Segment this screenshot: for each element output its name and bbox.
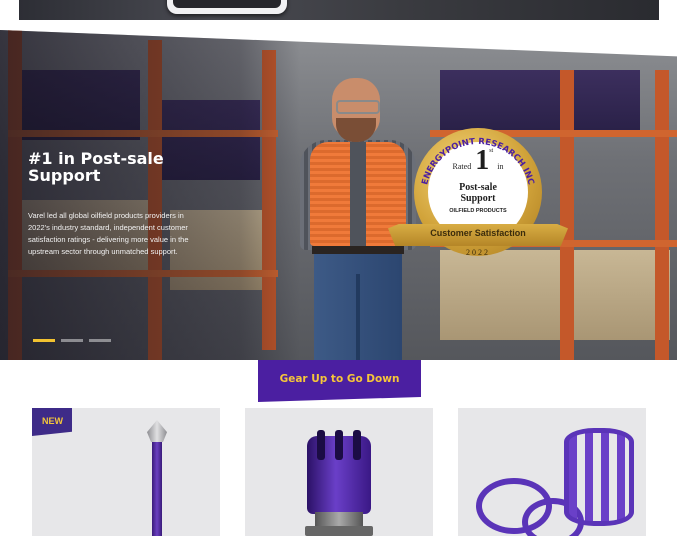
- carousel-dot-2[interactable]: [61, 339, 83, 342]
- device-image: [167, 0, 287, 14]
- glasses: [336, 100, 380, 114]
- carousel-dot-1[interactable]: [33, 339, 55, 342]
- product-card[interactable]: [458, 408, 646, 536]
- hero-title: #1 in Post-sale Support: [28, 149, 164, 185]
- jeans: [314, 254, 402, 360]
- section-title: Gear Up to Go Down: [279, 373, 400, 385]
- badge-rank-suffix: st: [489, 148, 494, 154]
- new-badge: NEW: [32, 408, 72, 436]
- badge-ribbon-text: Customer Satisfaction: [430, 228, 526, 238]
- badge-category: OILFIELD PRODUCTS: [449, 208, 507, 214]
- badge-line2: Support: [460, 193, 496, 204]
- hero-carousel: #1 in Post-sale Support Varel led all gl…: [0, 30, 677, 360]
- badge-in: in: [497, 162, 504, 171]
- award-badge: ENERGYPOINT RESEARCH INC Rated 1st in Po…: [388, 124, 568, 264]
- new-badge-label: NEW: [42, 416, 63, 426]
- carousel-dot-3[interactable]: [89, 339, 111, 342]
- badge-rank-number: 1: [475, 145, 490, 176]
- centralizer-cage: [564, 428, 634, 526]
- text-overlay: [0, 30, 300, 360]
- badge-rank: Rated 1st in: [430, 145, 526, 176]
- vest-opening: [350, 142, 366, 246]
- bit-blade: [353, 430, 361, 460]
- section-heading: Gear Up to Go Down: [258, 360, 421, 402]
- bit-blade: [335, 430, 343, 460]
- product-card[interactable]: NEW: [32, 408, 220, 536]
- product-card[interactable]: [245, 408, 433, 536]
- bit-blade: [317, 430, 325, 460]
- bit-base: [305, 526, 373, 536]
- carousel-dots: [33, 339, 111, 342]
- beard: [336, 118, 376, 142]
- shelf-bay: [440, 70, 640, 130]
- badge-line1: Post-sale: [459, 182, 497, 193]
- badge-year: 2022: [466, 248, 490, 257]
- rod-tool-tip: [147, 420, 167, 442]
- previous-slide-strip: [19, 0, 659, 20]
- hero-description: Varel led all global oilfield products p…: [28, 211, 189, 256]
- rack-post: [655, 70, 669, 360]
- rod-tool-image: [152, 438, 162, 536]
- badge-rated: Rated: [452, 162, 472, 171]
- belt: [312, 246, 404, 254]
- badge-category-title: Post-sale Support: [430, 182, 526, 204]
